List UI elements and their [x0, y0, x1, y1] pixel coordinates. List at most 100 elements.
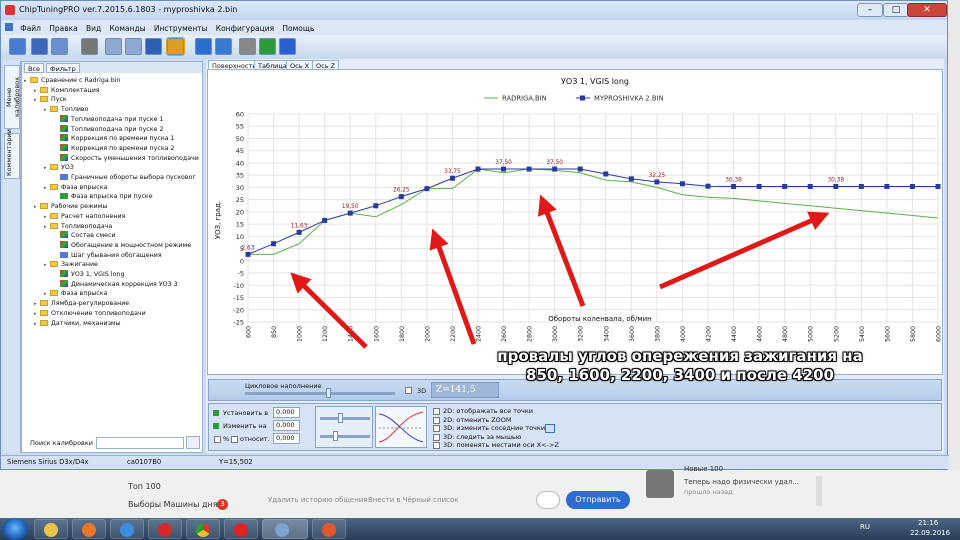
- maximize-button[interactable]: □: [883, 3, 909, 17]
- zoom-icon[interactable]: [215, 38, 232, 55]
- change-arrow-icon: [213, 423, 219, 429]
- tree-item[interactable]: Динамическая коррекция УОЗ 3: [54, 279, 178, 290]
- checksum-icon[interactable]: [195, 38, 212, 55]
- save-icon[interactable]: [31, 38, 48, 55]
- send-button[interactable]: Отправить: [566, 491, 630, 509]
- menu-commands[interactable]: Команды: [106, 22, 148, 35]
- firefox-icon[interactable]: [82, 523, 96, 537]
- blacklist-link[interactable]: Внести в Чёрный список: [368, 496, 459, 504]
- slider2-thumb[interactable]: [333, 431, 338, 441]
- change-value-input[interactable]: 0,000: [273, 420, 300, 431]
- relative-value-input[interactable]: 0,000: [273, 433, 300, 444]
- chiptuning-taskbar-icon[interactable]: [275, 523, 289, 537]
- option-checkbox[interactable]: [433, 425, 440, 433]
- data-point: [398, 194, 404, 200]
- menu-edit[interactable]: Правка: [46, 22, 81, 35]
- slider1-thumb[interactable]: [338, 413, 343, 423]
- paste-icon[interactable]: [125, 38, 142, 55]
- chrome-icon[interactable]: [196, 523, 210, 537]
- tree-item[interactable]: Шаг убывания обогащения: [54, 251, 162, 261]
- tree-item[interactable]: Коррекция по времени пуска 1: [54, 134, 175, 144]
- relative-checkbox[interactable]: [231, 436, 238, 443]
- ie-icon[interactable]: [120, 523, 134, 537]
- tree-item[interactable]: ▸ Топливоподача: [44, 222, 112, 232]
- yandex-icon[interactable]: [234, 523, 248, 537]
- app-eye-icon[interactable]: [322, 523, 336, 537]
- start-button[interactable]: [2, 518, 28, 540]
- tab-comments[interactable]: Комментарии: [4, 129, 20, 179]
- top100-link[interactable]: Топ 100: [128, 482, 161, 491]
- clock-time[interactable]: 21:16: [918, 519, 938, 527]
- tree-item[interactable]: ▸ Сравнение с Radriga.bin: [24, 76, 121, 86]
- option-checkbox[interactable]: [433, 433, 440, 441]
- tree-item[interactable]: ▸ Комплектация: [34, 86, 100, 96]
- map-icon: [60, 231, 68, 239]
- option-checkbox[interactable]: [433, 442, 440, 450]
- explorer-icon[interactable]: [44, 523, 58, 537]
- option-checkbox[interactable]: [433, 408, 440, 415]
- search-icon[interactable]: [186, 436, 200, 449]
- tree-item[interactable]: ▸ Отключение топливоподачи: [34, 309, 146, 319]
- tab-filter[interactable]: Фильтр: [46, 63, 80, 73]
- tree-item[interactable]: ▸ Лямбда-регулирование: [34, 299, 129, 309]
- tab-all[interactable]: Все: [24, 63, 45, 73]
- set-value-input[interactable]: 0,000: [273, 407, 300, 418]
- tree-item[interactable]: Граничные обороты выбора пусковог: [54, 173, 196, 183]
- print-icon[interactable]: [81, 38, 98, 55]
- clock-date[interactable]: 22.09.2016: [910, 529, 950, 537]
- menu-config[interactable]: Конфигурация: [213, 22, 277, 35]
- tree-item[interactable]: ▸ Топливо: [44, 105, 89, 115]
- tree-item[interactable]: УОЗ 1, VGIS long: [54, 270, 124, 280]
- tree-item[interactable]: ▸ Рабочие режимы: [34, 202, 107, 212]
- tree-item[interactable]: Топливоподача при пуске 2: [54, 124, 163, 135]
- open-icon[interactable]: [9, 38, 26, 55]
- calibration-search: Поиск калибровки: [26, 436, 202, 450]
- option-checkbox[interactable]: [433, 416, 440, 424]
- language-indicator[interactable]: RU: [860, 523, 870, 531]
- app-menu-icon[interactable]: [5, 23, 13, 31]
- save-as-icon[interactable]: [51, 38, 68, 55]
- tree-item[interactable]: ▸ Фаза впрыска: [44, 289, 107, 299]
- menu-tools[interactable]: Инструменты: [151, 22, 211, 35]
- transform-preview-icon[interactable]: [375, 406, 427, 448]
- tools-icon[interactable]: [239, 38, 256, 55]
- tree-item-label: УОЗ 1, VGIS long: [71, 271, 125, 278]
- delete-history-link[interactable]: Удалить историю общения: [268, 496, 368, 504]
- fill-slider[interactable]: [325, 388, 331, 398]
- tree-item[interactable]: ▸ Фаза впрыска: [44, 183, 107, 193]
- tree-item[interactable]: ▸ Датчики, механизмы: [34, 319, 121, 329]
- msg-text[interactable]: Теперь надо физически удал...: [684, 478, 799, 486]
- grid-table-icon[interactable]: [545, 424, 555, 433]
- search-input[interactable]: [96, 437, 184, 449]
- camera-icon[interactable]: [536, 491, 560, 509]
- menu-help[interactable]: Помощь: [279, 22, 317, 35]
- tree-item-label: Фаза впрыска: [61, 290, 108, 298]
- tree-item[interactable]: ▸ Пуск: [34, 95, 67, 105]
- tree-item[interactable]: Фаза впрыска при пуске: [54, 192, 153, 202]
- check-3d[interactable]: [405, 387, 412, 394]
- close-button[interactable]: ✕: [907, 3, 947, 17]
- vybory-link[interactable]: Выборы Машины дня: [128, 500, 218, 509]
- refresh-icon[interactable]: [259, 38, 276, 55]
- tab-calibrations-menu[interactable]: Меню калибровок: [4, 65, 21, 129]
- tree-item[interactable]: Обогащение в мощностном режиме: [54, 240, 191, 251]
- menu-view[interactable]: Вид: [83, 22, 104, 35]
- tree-item[interactable]: ▸ Расчет наполнения: [44, 212, 125, 222]
- tree-item[interactable]: Состав смеси: [54, 231, 116, 241]
- scrollbar[interactable]: [816, 476, 822, 506]
- minimize-button[interactable]: –: [857, 3, 883, 17]
- x-tick-label: 4800: [782, 326, 789, 342]
- percent-checkbox[interactable]: [214, 436, 221, 443]
- opera-icon[interactable]: [158, 523, 172, 537]
- compare-icon[interactable]: [166, 37, 185, 56]
- tree-item[interactable]: ▸ УОЗ: [44, 163, 74, 173]
- copy-icon[interactable]: [105, 38, 122, 55]
- tree-item[interactable]: Топливоподача при пуске 1: [54, 114, 163, 125]
- undo-icon[interactable]: [145, 38, 162, 55]
- tree-item[interactable]: ▸ Зажигание: [44, 260, 98, 270]
- tree-item[interactable]: Скорость уменьшения топливоподачи: [54, 153, 199, 164]
- car-thumbnail[interactable]: [646, 470, 674, 498]
- help-icon[interactable]: [279, 38, 296, 55]
- menu-file[interactable]: Файл: [17, 22, 44, 35]
- tree-item[interactable]: Коррекция по времени пуска 2: [54, 143, 175, 154]
